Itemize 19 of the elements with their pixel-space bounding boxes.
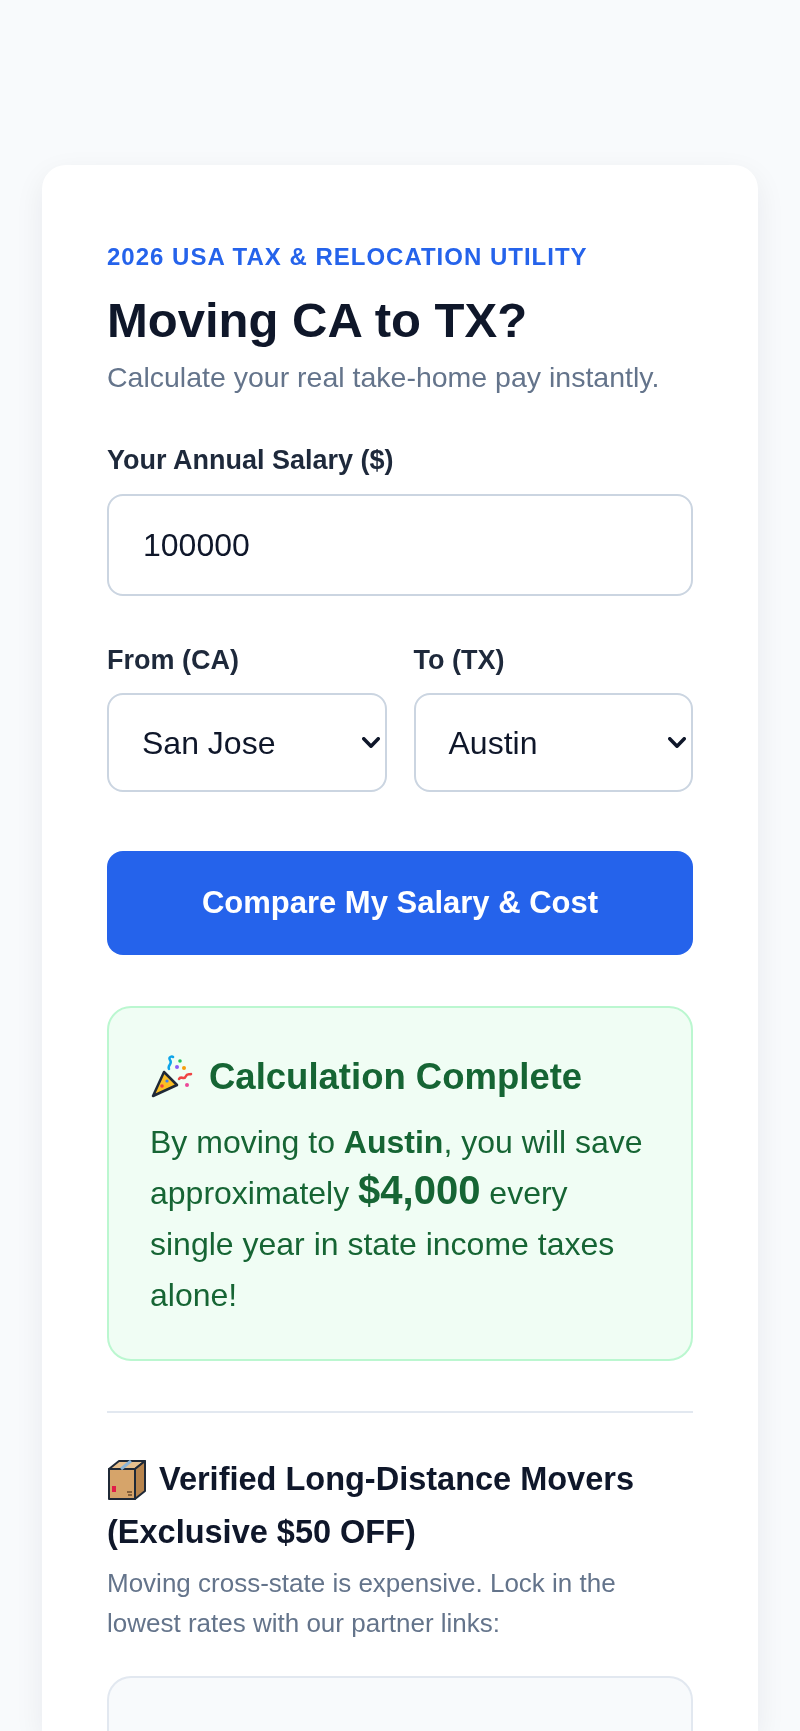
page-subtitle: Calculate your real take-home pay instantly. [107,360,660,395]
chevron-down-icon [668,737,686,748]
to-city-select[interactable]: Austin [413,693,693,792]
compare-button[interactable]: Compare My Salary & Cost [107,851,693,955]
salary-input[interactable]: 100000 [107,494,693,596]
to-label: To (TX) [413,644,505,677]
movers-heading: Verified Long-Distance Movers [159,1460,634,1499]
result-title: Calculation Complete [209,1055,583,1099]
movers-description: Moving cross-state is expensive. Lock in the lowest rates with our partner links: [107,1567,617,1640]
from-city-select[interactable]: San Jose [107,693,387,792]
chevron-down-icon [361,737,380,748]
party-popper-icon [150,1055,194,1099]
package-icon [107,1458,147,1501]
movers-offer: (Exclusive $50 OFF) [107,1513,416,1552]
page-title: Moving CA to TX? [107,292,528,349]
eyebrow-label: 2026 USA TAX & RELOCATION UTILITY [107,242,588,272]
result-message: By moving to Austin, you will save approximately $4,000 every single year in state income taxes alone! [150,1123,644,1315]
salary-label: Your Annual Salary ($) [107,444,394,477]
from-label: From (CA) [107,644,239,677]
